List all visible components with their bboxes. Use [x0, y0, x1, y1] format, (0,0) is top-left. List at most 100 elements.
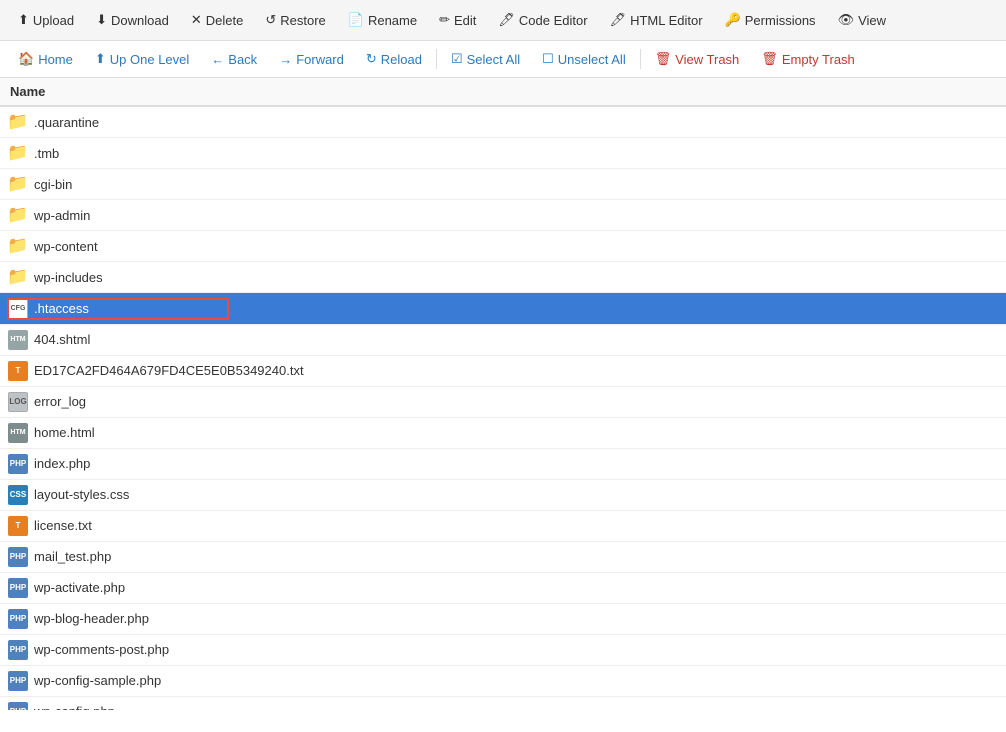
folder-icon: 📁: [8, 205, 28, 225]
select-all-button[interactable]: ☑ Select All: [441, 45, 530, 73]
file-name: .tmb: [34, 146, 59, 161]
view-icon: 👁: [838, 12, 855, 28]
table-row[interactable]: PHP wp-blog-header.php: [0, 603, 1006, 634]
php-icon: PHP: [8, 547, 28, 567]
file-name: wp-includes: [34, 270, 103, 285]
navigation-bar: 🏠 Home ⬆ Up One Level ← Back → Forward ↻…: [0, 41, 1006, 78]
html-icon: HTM: [8, 423, 28, 443]
table-row[interactable]: CFG.htaccess: [0, 293, 1006, 325]
file-name-cell: 📁wp-content: [8, 236, 998, 256]
file-table: Name 📁.quarantine📁.tmb📁cgi-bin📁wp-admin📁…: [0, 78, 1006, 710]
folder-icon: 📁: [8, 236, 28, 256]
log-icon: LOG: [8, 392, 28, 412]
file-name-cell: T ED17CA2FD464A679FD4CE5E0B5349240.txt: [8, 361, 998, 381]
reload-icon: ↻: [366, 51, 377, 67]
upload-button[interactable]: ⬆ Upload: [8, 6, 84, 34]
table-row[interactable]: 📁 .quarantine: [0, 106, 1006, 138]
name-column-header: Name: [0, 78, 1006, 106]
table-row[interactable]: 📁 .tmb: [0, 138, 1006, 169]
rename-icon: 📄: [348, 12, 364, 28]
php-icon: PHP: [8, 640, 28, 660]
reload-button[interactable]: ↻ Reload: [356, 45, 432, 73]
view-button[interactable]: 👁 View: [828, 6, 896, 34]
file-listing-container: Name 📁.quarantine📁.tmb📁cgi-bin📁wp-admin📁…: [0, 78, 1006, 710]
file-name: 404.shtml: [34, 332, 90, 347]
html-editor-icon: 🖊: [610, 12, 627, 28]
table-row[interactable]: LOG error_log: [0, 386, 1006, 417]
download-button[interactable]: ⬇ Download: [86, 6, 179, 34]
up-icon: ⬆: [95, 51, 106, 67]
folder-icon: 📁: [8, 174, 28, 194]
edit-button[interactable]: ✏ Edit: [429, 6, 486, 34]
file-name-cell: 📁 .tmb: [8, 143, 998, 163]
txt-icon: T: [8, 361, 28, 381]
folder-icon: 📁: [8, 112, 28, 132]
file-name-cell: CFG.htaccess: [8, 299, 228, 319]
file-name-cell: CSSlayout-styles.css: [8, 485, 998, 505]
file-name-cell: PHPindex.php: [8, 454, 998, 474]
delete-button[interactable]: ✕ Delete: [181, 6, 253, 34]
table-row[interactable]: HTM404.shtml: [0, 324, 1006, 355]
file-name-cell: PHPwp-comments-post.php: [8, 640, 998, 660]
file-name: index.php: [34, 456, 90, 471]
file-name: layout-styles.css: [34, 487, 129, 502]
table-row[interactable]: PHPwp-config-sample.php: [0, 665, 1006, 696]
delete-icon: ✕: [191, 12, 202, 28]
php-icon: PHP: [8, 609, 28, 629]
home-icon: 🏠: [18, 51, 34, 67]
htaccess-icon: CFG: [8, 299, 28, 319]
file-name: wp-blog-header.php: [34, 611, 149, 626]
permissions-button[interactable]: 🔑 Permissions: [715, 6, 826, 34]
forward-button[interactable]: → Forward: [269, 46, 354, 73]
table-row[interactable]: PHP wp-activate.php: [0, 572, 1006, 603]
table-row[interactable]: T ED17CA2FD464A679FD4CE5E0B5349240.txt: [0, 355, 1006, 386]
table-row[interactable]: 📁wp-content: [0, 231, 1006, 262]
table-row[interactable]: CSSlayout-styles.css: [0, 479, 1006, 510]
restore-button[interactable]: ↺ Restore: [255, 6, 335, 34]
file-name-cell: PHP wp-blog-header.php: [8, 609, 998, 629]
file-name: ED17CA2FD464A679FD4CE5E0B5349240.txt: [34, 363, 304, 378]
nav-divider-1: [436, 49, 437, 69]
php-icon: PHP: [8, 671, 28, 691]
table-row[interactable]: PHPwp-config.php: [0, 696, 1006, 710]
file-name-cell: 📁wp-includes: [8, 267, 998, 287]
select-all-icon: ☑: [451, 51, 463, 67]
table-row[interactable]: PHPwp-comments-post.php: [0, 634, 1006, 665]
table-row[interactable]: 📁wp-admin: [0, 200, 1006, 231]
download-icon: ⬇: [96, 12, 107, 28]
view-trash-button[interactable]: 🗑 View Trash: [645, 45, 750, 73]
table-row[interactable]: PHP mail_test.php: [0, 541, 1006, 572]
home-button[interactable]: 🏠 Home: [8, 45, 83, 73]
unselect-all-icon: ☐: [542, 51, 554, 67]
table-row[interactable]: 📁wp-includes: [0, 262, 1006, 293]
file-name: wp-config.php: [34, 704, 115, 710]
up-one-level-button[interactable]: ⬆ Up One Level: [85, 45, 199, 73]
table-row[interactable]: Tlicense.txt: [0, 510, 1006, 541]
upload-icon: ⬆: [18, 12, 29, 28]
permissions-icon: 🔑: [725, 12, 741, 28]
empty-trash-icon: 🗑: [761, 51, 778, 67]
code-editor-button[interactable]: 🖊 Code Editor: [488, 6, 597, 34]
back-button[interactable]: ← Back: [201, 46, 267, 73]
file-name: mail_test.php: [34, 549, 111, 564]
code-editor-icon: 🖊: [498, 12, 515, 28]
view-trash-icon: 🗑: [655, 51, 672, 67]
file-name: home.html: [34, 425, 95, 440]
table-row[interactable]: 📁cgi-bin: [0, 169, 1006, 200]
table-row[interactable]: HTM home.html: [0, 417, 1006, 448]
html-editor-button[interactable]: 🖊 HTML Editor: [600, 6, 713, 34]
folder-icon: 📁: [8, 143, 28, 163]
php-icon: PHP: [8, 578, 28, 598]
file-name: wp-activate.php: [34, 580, 125, 595]
file-name-cell: 📁 .quarantine: [8, 112, 998, 132]
rename-button[interactable]: 📄 Rename: [338, 6, 427, 34]
table-row[interactable]: PHPindex.php: [0, 448, 1006, 479]
restore-icon: ↺: [265, 12, 276, 28]
unselect-all-button[interactable]: ☐ Unselect All: [532, 45, 636, 73]
file-name: license.txt: [34, 518, 92, 533]
file-name-cell: 📁wp-admin: [8, 205, 998, 225]
empty-trash-button[interactable]: 🗑 Empty Trash: [751, 45, 864, 73]
file-name: error_log: [34, 394, 86, 409]
nav-divider-2: [640, 49, 641, 69]
file-name: .quarantine: [34, 115, 99, 130]
